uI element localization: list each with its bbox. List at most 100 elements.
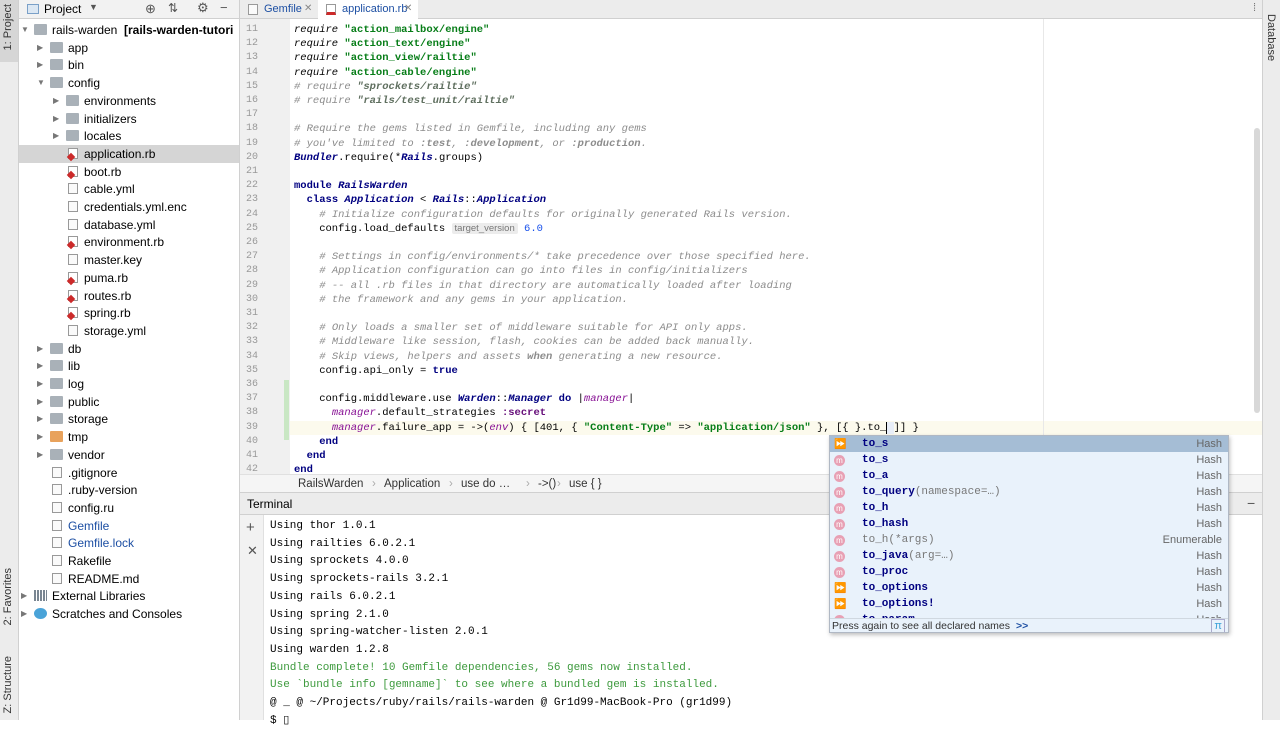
tree-item[interactable]: ▶ initializers — [19, 110, 239, 128]
tree-item[interactable]: routes.rb — [19, 287, 239, 305]
show-all-link[interactable]: >> — [1016, 620, 1028, 632]
pi-icon[interactable]: π — [1211, 619, 1225, 632]
tree-item[interactable]: ▶ Scratches and Consoles — [19, 605, 239, 623]
completion-item[interactable]: m to_proc Hash — [830, 564, 1228, 580]
tree-item[interactable]: .gitignore — [19, 464, 239, 482]
code-line[interactable]: # Skip views, helpers and assets when ge… — [294, 350, 722, 364]
code-line[interactable]: manager.failure_app = ->(env) { [401, { … — [294, 421, 919, 435]
code-line[interactable]: module RailsWarden — [294, 179, 407, 193]
completion-item[interactable]: ⏩ to_options Hash — [830, 580, 1228, 596]
tree-item[interactable]: ▶ storage — [19, 410, 239, 428]
tree-item[interactable]: application.rb — [19, 144, 239, 163]
tree-item[interactable]: Gemfile.lock — [19, 534, 239, 552]
completion-item[interactable]: m to_hash Hash — [830, 516, 1228, 532]
code-line[interactable]: class Application < Rails::Application — [294, 193, 546, 207]
chevron-down-icon[interactable]: ▼ — [21, 21, 31, 39]
chevron-right-icon[interactable]: ▶ — [37, 393, 47, 411]
code-line[interactable]: # require "sprockets/railtie" — [294, 80, 477, 94]
code-line[interactable]: # -- all .rb files in that directory are… — [294, 279, 792, 293]
tree-item[interactable]: database.yml — [19, 216, 239, 234]
tab-application-rb[interactable]: application.rb ✕ — [318, 0, 418, 19]
tree-item[interactable]: ▶ environments — [19, 92, 239, 110]
chevron-right-icon[interactable]: ▶ — [21, 587, 31, 605]
code-line[interactable]: config.api_only = true — [294, 364, 458, 378]
tree-item[interactable]: environment.rb — [19, 233, 239, 251]
new-terminal-icon[interactable]: + — [246, 519, 255, 536]
tree-item[interactable]: ▶ db — [19, 340, 239, 358]
code-line[interactable]: # Require the gems listed in Gemfile, in… — [294, 122, 647, 136]
close-terminal-icon[interactable]: ✕ — [247, 543, 258, 559]
completion-item[interactable]: m to_a Hash — [830, 468, 1228, 484]
project-tool-tab[interactable]: 1: Project — [0, 0, 18, 62]
tree-item[interactable]: storage.yml — [19, 322, 239, 340]
completion-item[interactable]: m to_h Hash — [830, 500, 1228, 516]
gear-icon[interactable]: ⚙ — [197, 0, 209, 16]
chevron-right-icon[interactable]: ▶ — [37, 56, 47, 74]
close-icon[interactable]: ✕ — [304, 0, 312, 18]
chevron-right-icon[interactable]: ▶ — [21, 605, 31, 623]
code-line[interactable]: end — [294, 435, 338, 449]
tree-item[interactable]: ▶ lib — [19, 357, 239, 375]
tree-item[interactable]: ▶ app — [19, 39, 239, 57]
chevron-down-icon[interactable]: ▼ — [89, 2, 98, 12]
tree-item[interactable]: Gemfile — [19, 517, 239, 535]
code-line[interactable]: config.middleware.use Warden::Manager do… — [294, 392, 634, 406]
code-line[interactable]: end — [294, 449, 326, 463]
chevron-right-icon[interactable]: ▶ — [37, 428, 47, 446]
code-editor[interactable]: require "action_mailbox/engine" require "… — [290, 19, 1262, 474]
tree-item[interactable]: ▶ bin — [19, 56, 239, 74]
code-completion-popup[interactable]: ⏩ to_s Hash m to_s Hash m to_a Hash m to_query(nam… — [829, 435, 1229, 633]
collapse-all-icon[interactable]: ⇅ — [168, 1, 178, 15]
code-line[interactable]: # you've limited to :test, :development,… — [294, 137, 647, 151]
code-line[interactable]: # require "rails/test_unit/railtie" — [294, 94, 515, 108]
chevron-right-icon[interactable]: ▶ — [53, 92, 63, 110]
tree-item[interactable]: ▼ config — [19, 74, 239, 92]
code-line[interactable]: require "action_view/railtie" — [294, 51, 477, 65]
favorites-tool-tab[interactable]: 2: Favorites — [0, 566, 18, 636]
completion-item[interactable]: m to_s Hash — [830, 452, 1228, 468]
breadcrumb-item[interactable]: RailsWarden — [298, 475, 363, 493]
tree-item[interactable]: puma.rb — [19, 269, 239, 287]
code-line[interactable]: # Initialize configuration defaults for … — [294, 208, 792, 222]
editor-scrollbar[interactable] — [1254, 128, 1260, 413]
breadcrumb-item[interactable]: use do … — [461, 475, 510, 493]
code-line[interactable]: require "action_cable/engine" — [294, 66, 477, 80]
chevron-right-icon[interactable]: ▶ — [53, 127, 63, 145]
hide-panel-icon[interactable]: − — [220, 0, 228, 15]
tree-item[interactable]: cable.yml — [19, 180, 239, 198]
tree-item[interactable]: master.key — [19, 251, 239, 269]
tree-item[interactable]: ▶ locales — [19, 127, 239, 145]
tree-item[interactable]: ▶ vendor — [19, 446, 239, 464]
completion-item[interactable]: ⏩ to_s Hash — [830, 436, 1228, 452]
chevron-right-icon[interactable]: ▶ — [37, 357, 47, 375]
code-line[interactable]: # Application configuration can go into … — [294, 264, 747, 278]
chevron-right-icon[interactable]: ▶ — [37, 410, 47, 428]
chevron-right-icon[interactable]: ▶ — [37, 375, 47, 393]
completion-item[interactable]: m to_h(*args) Enumerable — [830, 532, 1228, 548]
code-line[interactable]: # Middleware like session, flash, cookie… — [294, 335, 754, 349]
code-line[interactable]: # Only loads a smaller set of middleware… — [294, 321, 747, 335]
database-tool-tab[interactable]: Database — [1263, 14, 1280, 74]
tree-item[interactable]: ▶ tmp — [19, 428, 239, 446]
tree-item[interactable]: .ruby-version — [19, 481, 239, 499]
close-icon[interactable]: ✕ — [404, 0, 412, 18]
code-line[interactable]: config.load_defaults target_version 6.0 — [294, 222, 543, 236]
code-line[interactable]: # Settings in config/environments/* take… — [294, 250, 810, 264]
breadcrumb-item[interactable]: ->() — [538, 475, 556, 493]
tab-overflow-icon[interactable]: ⁞ — [1253, 2, 1256, 14]
hide-panel-icon[interactable]: − — [1247, 495, 1255, 511]
completion-item[interactable]: ⏩ to_options! Hash — [830, 596, 1228, 612]
tree-item[interactable]: ▼ rails-warden [rails-warden-tutori — [19, 21, 239, 39]
code-line[interactable]: # the framework and any gems in your app… — [294, 293, 628, 307]
code-line[interactable]: Bundler.require(*Rails.groups) — [294, 151, 483, 165]
completion-item[interactable]: m to_query(namespace=…) Hash — [830, 484, 1228, 500]
locate-file-icon[interactable]: ⊕ — [145, 1, 156, 17]
tree-item[interactable]: config.ru — [19, 499, 239, 517]
tree-item[interactable]: credentials.yml.enc — [19, 198, 239, 216]
tree-item[interactable]: ▶ log — [19, 375, 239, 393]
breadcrumb-item[interactable]: use { } — [569, 475, 602, 493]
completion-item[interactable]: m to_java(arg=…) Hash — [830, 548, 1228, 564]
chevron-right-icon[interactable]: ▶ — [37, 446, 47, 464]
code-line[interactable]: manager.default_strategies :secret — [294, 406, 546, 420]
tree-item[interactable]: ▶ External Libraries — [19, 587, 239, 605]
